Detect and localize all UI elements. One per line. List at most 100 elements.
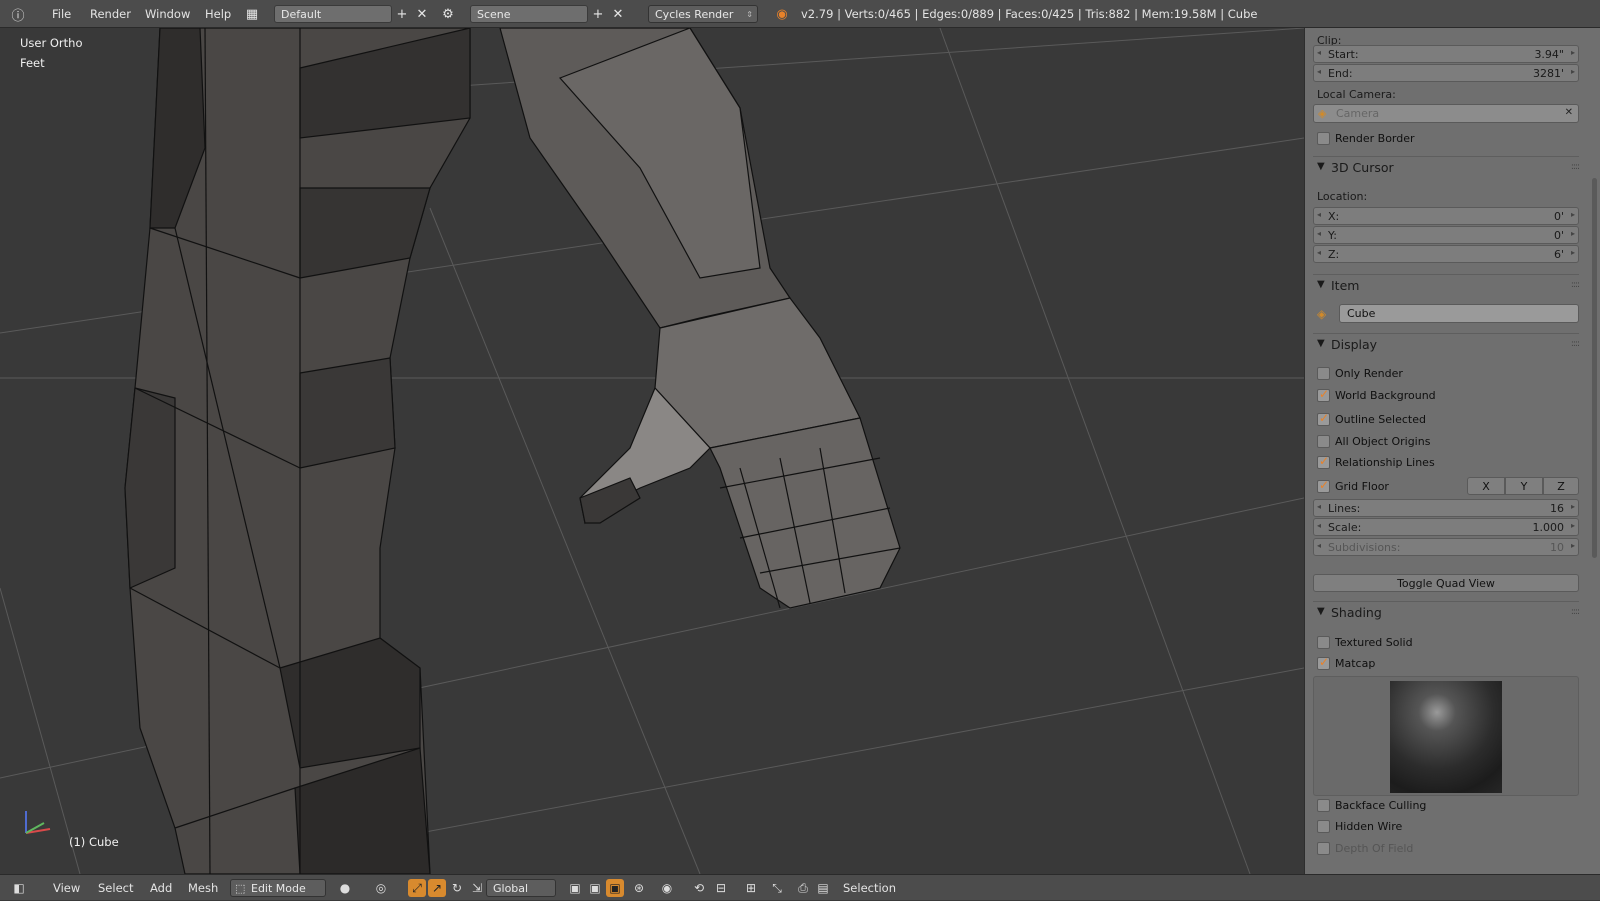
- add-layout-icon[interactable]: +: [394, 6, 410, 22]
- matcap-preview-box[interactable]: [1313, 676, 1579, 796]
- grid-axis-y-toggle[interactable]: Y: [1505, 477, 1543, 495]
- editor-type-icon[interactable]: ◧: [10, 879, 28, 897]
- only-render-checkbox[interactable]: Only Render: [1313, 365, 1579, 383]
- checkbox-box[interactable]: [1317, 842, 1330, 855]
- translate-icon[interactable]: ↗: [428, 879, 446, 897]
- relationship-lines-checkbox[interactable]: Relationship Lines: [1313, 454, 1579, 472]
- mode-dropdown[interactable]: ⬚ Edit Mode: [230, 879, 326, 897]
- menu-help[interactable]: Help: [205, 0, 231, 28]
- clear-icon[interactable]: ✕: [1565, 107, 1573, 118]
- face-select-icon[interactable]: ⤡: [768, 879, 786, 897]
- scale-icon[interactable]: ⇲: [468, 879, 486, 897]
- checkbox-box[interactable]: [1317, 132, 1330, 145]
- checkbox-box[interactable]: [1317, 367, 1330, 380]
- checkbox-box[interactable]: [1317, 387, 1330, 402]
- pivot-point-icon[interactable]: ◎: [372, 879, 390, 897]
- increment-arrow-icon[interactable]: ▸: [1571, 248, 1575, 257]
- drag-grip-icon[interactable]: ::::: [1571, 280, 1580, 290]
- checkbox-box[interactable]: [1317, 411, 1330, 426]
- depth-of-field-checkbox[interactable]: Depth Of Field: [1313, 840, 1579, 858]
- local-camera-field[interactable]: ◈ Camera ✕: [1313, 104, 1579, 123]
- layer-icon-2[interactable]: ▣: [586, 879, 604, 897]
- textured-solid-checkbox[interactable]: Textured Solid: [1313, 634, 1579, 652]
- decrement-arrow-icon[interactable]: ◂: [1317, 210, 1321, 219]
- menu-window[interactable]: Window: [145, 0, 190, 28]
- render-icon[interactable]: ⎙: [794, 879, 812, 897]
- grid-scale-field[interactable]: ◂ Scale: 1.000 ▸: [1313, 518, 1579, 536]
- render-engine-dropdown[interactable]: Cycles Render ⇕: [648, 5, 758, 23]
- checkbox-box[interactable]: [1317, 655, 1330, 670]
- info-editor-icon[interactable]: ⓘ: [10, 6, 26, 24]
- transform-orientation-dropdown[interactable]: Global: [486, 879, 556, 897]
- grid-axis-x-toggle[interactable]: X: [1467, 477, 1505, 495]
- menu-view[interactable]: View: [53, 875, 80, 901]
- proportional-editing-icon[interactable]: ◉: [658, 879, 676, 897]
- matcap-checkbox[interactable]: Matcap: [1313, 655, 1579, 673]
- decrement-arrow-icon[interactable]: ◂: [1317, 67, 1321, 76]
- add-scene-icon[interactable]: +: [590, 6, 606, 22]
- rotate-icon[interactable]: ↻: [448, 879, 466, 897]
- shading-mode-icon[interactable]: ●: [336, 879, 354, 897]
- scene-icon[interactable]: ⚙: [440, 6, 456, 22]
- increment-arrow-icon[interactable]: ▸: [1571, 541, 1575, 550]
- increment-arrow-icon[interactable]: ▸: [1571, 67, 1575, 76]
- cursor-z-field[interactable]: ◂ Z: 6' ▸: [1313, 245, 1579, 263]
- decrement-arrow-icon[interactable]: ◂: [1317, 229, 1321, 238]
- display-section-header[interactable]: ▼ Display ::::: [1313, 333, 1580, 355]
- menu-mesh[interactable]: Mesh: [188, 875, 218, 901]
- manipulator-toggle-icon[interactable]: ⤢: [408, 879, 426, 897]
- layer-icon-1[interactable]: ▣: [566, 879, 584, 897]
- checkbox-box[interactable]: [1317, 820, 1330, 833]
- increment-arrow-icon[interactable]: ▸: [1571, 48, 1575, 57]
- remove-layout-icon[interactable]: ✕: [414, 6, 430, 22]
- snap-icon[interactable]: ⟲: [690, 879, 708, 897]
- 3d-viewport[interactable]: User Ortho Feet (1) Cube: [0, 28, 1304, 874]
- checkbox-box[interactable]: [1317, 478, 1330, 493]
- clapboard-icon[interactable]: ▤: [814, 879, 832, 897]
- screen-layout-icon[interactable]: ▦: [244, 6, 260, 22]
- cursor-x-field[interactable]: ◂ X: 0' ▸: [1313, 207, 1579, 225]
- layout-name-field[interactable]: Default: [274, 5, 392, 23]
- menu-add[interactable]: Add: [150, 875, 172, 901]
- checkbox-box[interactable]: [1317, 636, 1330, 649]
- increment-arrow-icon[interactable]: ▸: [1571, 502, 1575, 511]
- decrement-arrow-icon[interactable]: ◂: [1317, 48, 1321, 57]
- snap-element-icon[interactable]: ⊛: [630, 879, 648, 897]
- edge-select-icon[interactable]: ⊞: [742, 879, 760, 897]
- decrement-arrow-icon[interactable]: ◂: [1317, 502, 1321, 511]
- increment-arrow-icon[interactable]: ▸: [1571, 521, 1575, 530]
- cursor-section-header[interactable]: ▼ 3D Cursor ::::: [1313, 156, 1580, 178]
- vertex-select-icon[interactable]: ⊟: [712, 879, 730, 897]
- remove-scene-icon[interactable]: ✕: [610, 6, 626, 22]
- decrement-arrow-icon[interactable]: ◂: [1317, 541, 1321, 550]
- decrement-arrow-icon[interactable]: ◂: [1317, 248, 1321, 257]
- drag-grip-icon[interactable]: ::::: [1571, 607, 1580, 617]
- toggle-quad-view-button[interactable]: Toggle Quad View: [1313, 574, 1579, 592]
- clip-end-field[interactable]: ◂ End: 3281' ▸: [1313, 64, 1579, 82]
- checkbox-box[interactable]: [1317, 454, 1330, 469]
- grid-subdivisions-field[interactable]: ◂ Subdivisions: 10 ▸: [1313, 538, 1579, 556]
- panel-scrollbar[interactable]: [1592, 178, 1597, 558]
- drag-grip-icon[interactable]: ::::: [1571, 162, 1580, 172]
- clip-start-field[interactable]: ◂ Start: 3.94" ▸: [1313, 45, 1579, 63]
- increment-arrow-icon[interactable]: ▸: [1571, 210, 1575, 219]
- cursor-y-field[interactable]: ◂ Y: 0' ▸: [1313, 226, 1579, 244]
- render-border-checkbox[interactable]: Render Border: [1313, 130, 1579, 148]
- all-object-origins-checkbox[interactable]: All Object Origins: [1313, 433, 1579, 451]
- backface-culling-checkbox[interactable]: Backface Culling: [1313, 797, 1579, 815]
- layer-icon-3[interactable]: ▣: [606, 879, 624, 897]
- hidden-wire-checkbox[interactable]: Hidden Wire: [1313, 818, 1579, 836]
- scene-name-field[interactable]: Scene: [470, 5, 588, 23]
- drag-grip-icon[interactable]: ::::: [1571, 339, 1580, 349]
- item-name-field[interactable]: Cube: [1339, 304, 1579, 323]
- shading-section-header[interactable]: ▼ Shading ::::: [1313, 601, 1580, 623]
- menu-render[interactable]: Render: [90, 0, 131, 28]
- checkbox-box[interactable]: [1317, 799, 1330, 812]
- decrement-arrow-icon[interactable]: ◂: [1317, 521, 1321, 530]
- menu-select[interactable]: Select: [98, 875, 133, 901]
- checkbox-box[interactable]: [1317, 435, 1330, 448]
- outline-selected-checkbox[interactable]: Outline Selected: [1313, 411, 1579, 429]
- grid-axis-z-toggle[interactable]: Z: [1543, 477, 1579, 495]
- menu-file[interactable]: File: [52, 0, 71, 28]
- item-section-header[interactable]: ▼ Item ::::: [1313, 274, 1580, 296]
